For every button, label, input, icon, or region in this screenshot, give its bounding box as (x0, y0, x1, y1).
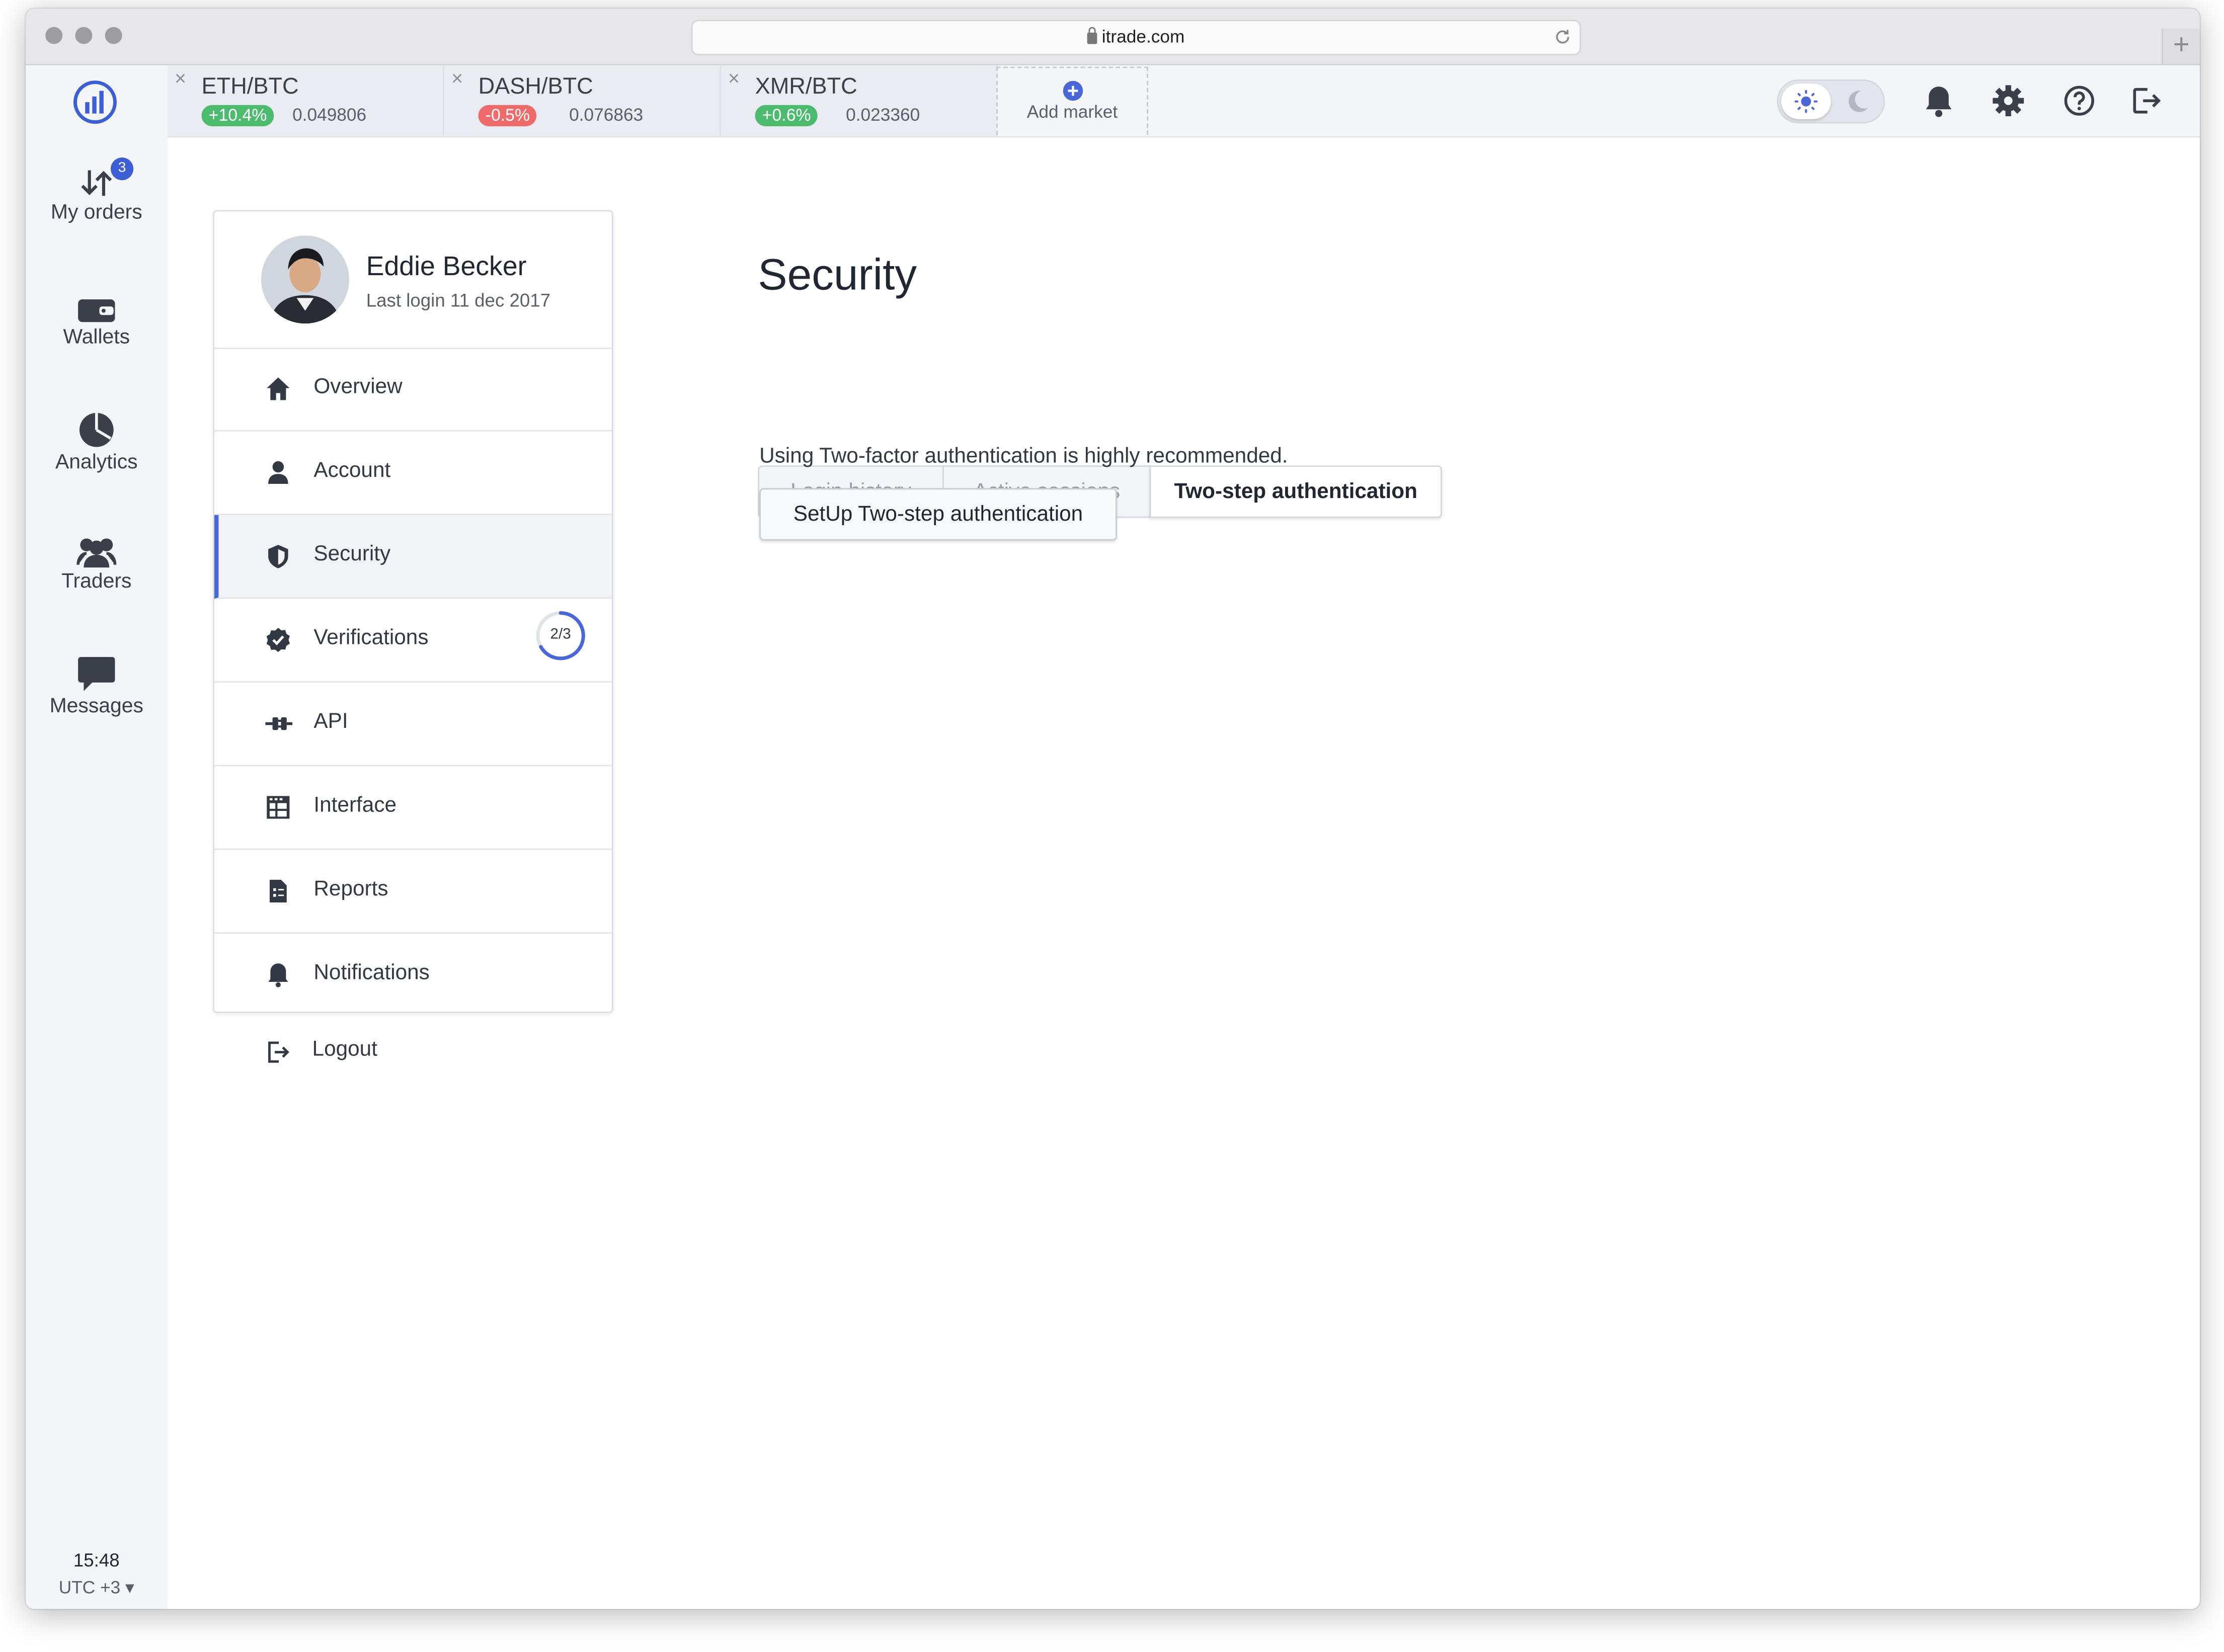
profile-header: Eddie Becker Last login 11 dec 2017 (214, 211, 612, 349)
menu-label: Interface (313, 793, 397, 817)
market-price: 0.049806 (292, 105, 367, 125)
nav-wallets[interactable]: Wallets (26, 295, 168, 349)
progress-label: 2/3 (550, 625, 571, 643)
orders-badge: 3 (111, 157, 134, 181)
market-pair: ETH/BTC (201, 75, 299, 100)
market-price: 0.076863 (569, 105, 644, 125)
nav-traders[interactable]: Traders (26, 534, 168, 593)
menu-label: Verifications (313, 625, 429, 650)
lock-icon (1087, 27, 1098, 44)
minimize-window-button[interactable] (75, 27, 93, 44)
nav-label: My orders (50, 201, 142, 224)
nav-label: Messages (49, 695, 144, 718)
setup-two-step-button[interactable]: SetUp Two-step authentication (759, 488, 1117, 541)
menu-label: Notifications (313, 960, 430, 985)
new-tab-button[interactable]: + (2161, 28, 2200, 64)
main-content: Eddie Becker Last login 11 dec 2017 Over… (167, 136, 2200, 1609)
change-badge: +10.4% (201, 105, 274, 127)
nav-label: Analytics (55, 451, 138, 474)
bell-icon[interactable] (1923, 84, 1954, 118)
close-tab-icon[interactable]: × (451, 67, 463, 90)
menu-label: Security (313, 542, 391, 566)
verification-progress: 2/3 (535, 610, 586, 662)
market-price: 0.023360 (846, 105, 920, 125)
left-nav: My orders 3 Wallets Analytics Traders Me… (25, 65, 168, 1609)
add-market-label: Add market (1026, 102, 1118, 122)
theme-toggle[interactable] (1777, 79, 1885, 124)
market-tab[interactable]: × DASH/BTC -0.5% 0.076863 (444, 65, 721, 136)
wallet-icon (78, 299, 115, 322)
market-tab[interactable]: × ETH/BTC +10.4% 0.049806 (167, 65, 444, 136)
recommendation-text: Using Two-factor authentication is highl… (759, 444, 1288, 468)
users-icon (76, 538, 117, 568)
sun-icon (1794, 90, 1817, 113)
menu-item-api[interactable]: API (214, 683, 612, 767)
menu-label: API (313, 709, 348, 734)
logo-icon[interactable] (72, 79, 118, 125)
market-pair: XMR/BTC (755, 75, 857, 100)
close-window-button[interactable] (45, 27, 63, 44)
shield-icon (268, 545, 288, 568)
profile-name: Eddie Becker (366, 253, 527, 283)
nav-analytics[interactable]: Analytics (26, 411, 168, 474)
timezone-select[interactable]: UTC +3 ▾ (26, 1577, 168, 1598)
menu-item-overview[interactable]: Overview (214, 348, 612, 432)
gear-icon[interactable] (1993, 85, 2024, 117)
menu-item-account[interactable]: Account (214, 431, 612, 515)
chat-icon (78, 656, 115, 691)
plus-circle-icon (1062, 80, 1082, 101)
browser-titlebar: itrade.com + (25, 8, 2200, 65)
nav-label: Wallets (63, 326, 130, 349)
check-badge-icon (266, 628, 290, 652)
page-title: Security (758, 250, 917, 300)
market-pair: DASH/BTC (478, 75, 593, 100)
home-icon (267, 377, 290, 400)
url-text: itrade.com (1101, 27, 1185, 47)
close-tab-icon[interactable]: × (175, 67, 186, 90)
add-market-button[interactable]: Add market (996, 66, 1148, 135)
menu-item-interface[interactable]: Interface (214, 766, 612, 850)
help-icon[interactable] (2063, 85, 2095, 116)
nav-messages[interactable]: Messages (26, 655, 168, 718)
pie-chart-icon (79, 412, 114, 447)
bell-icon (268, 963, 288, 987)
close-tab-icon[interactable]: × (728, 67, 740, 90)
market-tabs-bar: × ETH/BTC +10.4% 0.049806 × DASH/BTC -0.… (167, 65, 2200, 136)
nav-label: Traders (61, 570, 132, 594)
market-tab[interactable]: × XMR/BTC +0.6% 0.023360 (721, 65, 998, 136)
address-bar[interactable]: itrade.com (691, 20, 1581, 56)
avatar[interactable] (261, 235, 349, 324)
tab-two-step-authentication[interactable]: Two-step authentication (1149, 465, 1442, 518)
last-login: Last login 11 dec 2017 (366, 289, 551, 311)
menu-label: Reports (313, 877, 388, 901)
menu-label: Overview (313, 374, 403, 399)
logout-icon[interactable] (2130, 85, 2162, 116)
menu-label: Account (313, 458, 391, 483)
menu-item-reports[interactable]: Reports (214, 850, 612, 934)
zoom-window-button[interactable] (105, 27, 122, 44)
moon-icon (1849, 91, 1868, 112)
menu-item-security[interactable]: Security (214, 515, 612, 599)
logout-icon (268, 1041, 289, 1063)
menu-item-verifications[interactable]: Verifications 2/3 (214, 599, 612, 683)
arrows-up-down-icon (81, 170, 112, 196)
clock-time: 15:48 (73, 1549, 120, 1571)
logout-label: Logout (312, 1037, 377, 1061)
menu-item-notifications[interactable]: Notifications (214, 934, 612, 1016)
plug-icon (265, 717, 293, 730)
nav-my-orders[interactable]: My orders 3 (26, 157, 168, 224)
document-icon (269, 879, 287, 902)
change-badge: +0.6% (755, 105, 818, 127)
logout-link[interactable]: Logout (213, 1033, 610, 1090)
reload-icon[interactable] (1554, 28, 1571, 45)
table-icon (267, 796, 290, 819)
user-icon (268, 461, 288, 484)
change-badge: -0.5% (478, 105, 537, 127)
settings-card: Eddie Becker Last login 11 dec 2017 Over… (213, 210, 613, 1013)
browser-window: itrade.com + My orders 3 Wallets Analyti… (25, 8, 2200, 1609)
